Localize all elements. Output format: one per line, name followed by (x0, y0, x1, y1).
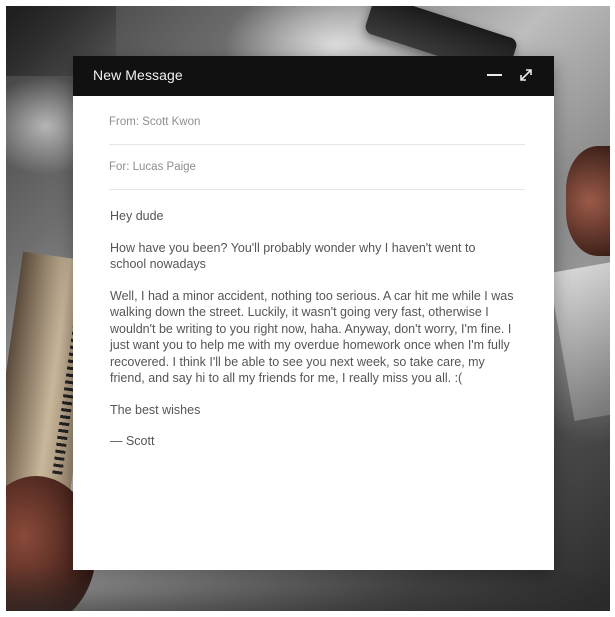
for-text: For: Lucas Paige (109, 161, 196, 173)
message-closing: The best wishes (110, 402, 201, 417)
from-field[interactable]: From: Scott Kwon (109, 100, 525, 145)
photo-sleeve-right (548, 261, 610, 421)
from-text: From: Scott Kwon (109, 116, 201, 128)
photo-floor-shadow (6, 566, 610, 611)
minimize-button[interactable] (483, 64, 505, 86)
message-paragraph-1: How have you been? You'll probably wonde… (110, 240, 476, 272)
expand-icon (520, 69, 532, 81)
title-bar[interactable]: New Message (73, 56, 554, 96)
message-paragraph-2: Well, I had a minor accident, nothing to… (110, 288, 514, 386)
window-title: New Message (93, 67, 183, 83)
message-greeting: Hey dude (110, 209, 164, 223)
message-window: New Message From: Scott Kwon For: Lucas … (73, 56, 554, 570)
expand-button[interactable] (515, 64, 537, 86)
photo-hand-right (566, 146, 610, 256)
message-body[interactable]: Hey dude How have you been? You'll proba… (110, 190, 514, 450)
message-signature: — Scott (110, 434, 155, 448)
screen: New Message From: Scott Kwon For: Lucas … (0, 0, 615, 617)
minimize-icon (486, 74, 502, 76)
for-field[interactable]: For: Lucas Paige (109, 145, 525, 190)
